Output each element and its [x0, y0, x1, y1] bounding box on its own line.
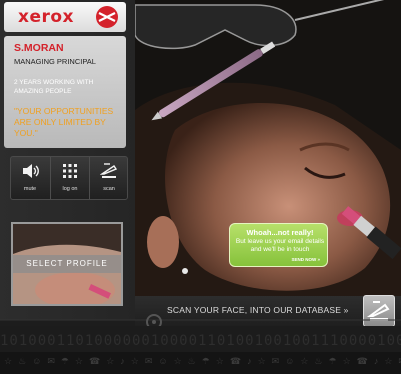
track-lines	[0, 319, 401, 321]
mute-button[interactable]: mute	[11, 157, 49, 199]
select-profile-button[interactable]: SELECT PROFILE	[11, 222, 123, 306]
binary-text: 1010001101000000100001101001001001110000…	[0, 333, 401, 349]
keypad-icon	[63, 164, 77, 178]
brand-header: xerox	[4, 2, 126, 32]
profile-years: 2 YEARS WORKING WITH AMAZING PEOPLE	[14, 79, 94, 95]
bubble-text: But leave us your email details and we'l…	[235, 238, 325, 253]
profile-quote: "YOUR OPPORTUNITIES ARE ONLY LIMITED BY …	[14, 106, 114, 138]
xerox-sphere-icon	[96, 6, 118, 28]
bubble-title: Whoah...not really!	[246, 228, 314, 237]
profile-card: S.MORAN MANAGING PRINCIPAL 2 YEARS WORKI…	[4, 36, 126, 148]
scanner-icon	[100, 163, 118, 178]
profile-name: S.MORAN	[14, 42, 64, 54]
scan-face-button[interactable]	[363, 295, 395, 327]
send-now-link[interactable]: SEND NOW »	[291, 257, 320, 262]
log-on-button[interactable]: log on	[50, 157, 88, 199]
speech-bubble[interactable]: Whoah...not really! But leave us your em…	[229, 223, 328, 267]
left-panel: xerox S.MORAN MANAGING PRINCIPAL 2 YEARS…	[0, 0, 135, 320]
speaker-icon	[23, 164, 39, 178]
control-bar: mute log on scan	[10, 156, 128, 200]
scan-label: scan	[103, 186, 115, 192]
mute-label: mute	[23, 186, 37, 192]
xerox-logo: xerox	[18, 7, 75, 27]
log-on-label: log on	[62, 186, 78, 192]
profile-title: MANAGING PRINCIPAL	[14, 57, 96, 66]
scan-face-text[interactable]: SCAN YOUR FACE, INTO OUR DATABASE »	[167, 305, 349, 315]
icons-strip: ☆♨☺✉☂☆☎☆♪☆✉☺☆♨☂☆☎♪☆✉☺☆♨☂☆☎♪☆✉☺	[0, 352, 401, 374]
scan-button[interactable]: scan	[89, 157, 127, 199]
select-profile-label: SELECT PROFILE	[26, 259, 108, 268]
decorative-icons-row: ☆♨☺✉☂☆☎☆♪☆✉☺☆♨☂☆☎♪☆✉☺☆♨☂☆☎♪☆✉☺	[4, 356, 401, 366]
xerox-ad-stage: xerox S.MORAN MANAGING PRINCIPAL 2 YEARS…	[0, 0, 401, 374]
